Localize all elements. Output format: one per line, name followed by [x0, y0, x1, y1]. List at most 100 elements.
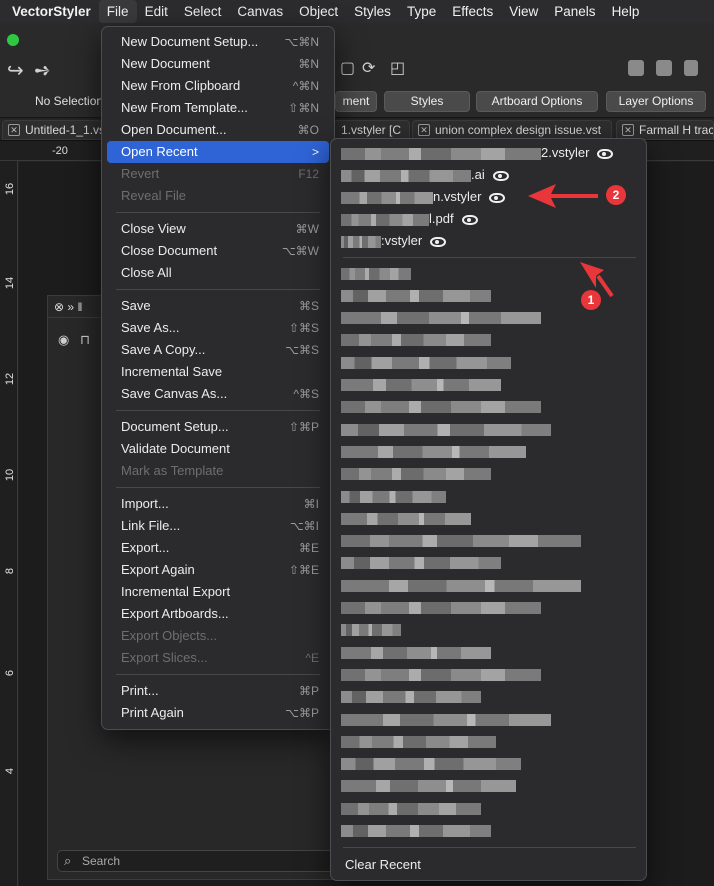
recent-item[interactable]: .ai	[341, 164, 509, 186]
menu-item-print[interactable]: Print... ⌘P	[107, 680, 329, 702]
window-zoom-button[interactable]	[7, 34, 19, 46]
menu-item-export[interactable]: Export... ⌘E	[107, 537, 329, 559]
close-panel-icon[interactable]: ⊗	[54, 300, 64, 314]
menu-item-import[interactable]: Import... ⌘I	[107, 493, 329, 515]
recent-item[interactable]: n.vstyler	[341, 186, 506, 208]
recent-item[interactable]	[341, 440, 526, 462]
obscured-filename	[341, 468, 491, 481]
styles-button[interactable]: Styles	[384, 91, 470, 112]
recent-item[interactable]	[341, 597, 541, 619]
reveal-eye-icon[interactable]	[489, 192, 506, 203]
redo-arrow-icon[interactable]: ↪	[7, 58, 24, 83]
recent-item[interactable]	[341, 730, 496, 752]
recent-item[interactable]	[341, 686, 481, 708]
menu-effects[interactable]: Effects	[444, 0, 501, 23]
recent-item[interactable]	[341, 396, 541, 418]
menu-item-shortcut: ⌘E	[298, 541, 319, 555]
recent-item[interactable]	[341, 418, 551, 440]
menu-select[interactable]: Select	[176, 0, 230, 23]
recent-item[interactable]	[341, 374, 501, 396]
recent-item[interactable]	[341, 619, 401, 641]
recent-item[interactable]: 2.vstyler	[341, 142, 614, 164]
menu-item-open-document[interactable]: Open Document... ⌘O	[107, 119, 329, 141]
recent-item[interactable]	[341, 574, 581, 596]
recent-item[interactable]	[341, 485, 446, 507]
menu-item-close-document[interactable]: Close Document ⌥⌘W	[107, 240, 329, 262]
reveal-eye-icon[interactable]	[492, 170, 509, 181]
menu-type[interactable]: Type	[399, 0, 444, 23]
menu-view[interactable]: View	[501, 0, 546, 23]
document-tab[interactable]: ✕ union complex design issue.vst	[412, 120, 612, 140]
recent-item[interactable]: :vstyler	[341, 230, 447, 252]
menu-item-save-canvas-as[interactable]: Save Canvas As... ^⌘S	[107, 383, 329, 405]
menu-item-save-as[interactable]: Save As... ⇧⌘S	[107, 317, 329, 339]
recent-item[interactable]	[341, 463, 491, 485]
menu-file[interactable]: File	[98, 0, 137, 23]
menu-item-new-from-clipboard[interactable]: New From Clipboard ^⌘N	[107, 75, 329, 97]
boolean-intersect-icon[interactable]	[684, 60, 698, 76]
recent-item[interactable]	[341, 708, 551, 730]
recent-item[interactable]	[341, 775, 516, 797]
recent-item[interactable]	[341, 307, 541, 329]
shape-tool-icon[interactable]: ▢	[340, 58, 355, 78]
recent-item[interactable]	[341, 552, 501, 574]
clear-recent-item[interactable]: Clear Recent	[345, 857, 421, 872]
menu-edit[interactable]: Edit	[137, 0, 176, 23]
menu-item-document-setup[interactable]: Document Setup... ⇧⌘P	[107, 416, 329, 438]
transform-icon[interactable]: ⟳	[362, 58, 375, 78]
layers-search-input[interactable]: ⌕ Search	[57, 850, 337, 872]
reveal-eye-icon[interactable]	[461, 214, 478, 225]
visibility-eye-icon[interactable]: ◉	[58, 332, 69, 348]
panel-grip-icon[interactable]: ‖	[77, 300, 82, 314]
document-tab[interactable]: ✕ Farmall H trac	[616, 120, 714, 140]
close-tab-icon[interactable]: ✕	[622, 124, 634, 136]
recent-item[interactable]	[341, 284, 491, 306]
menu-styles[interactable]: Styles	[346, 0, 399, 23]
page-icon[interactable]: ◰	[390, 58, 405, 78]
recent-item[interactable]	[341, 530, 581, 552]
close-tab-icon[interactable]: ✕	[418, 124, 430, 136]
close-tab-icon[interactable]: ✕	[8, 124, 20, 136]
menu-item-incremental-save[interactable]: Incremental Save	[107, 361, 329, 383]
menu-help[interactable]: Help	[604, 0, 648, 23]
reveal-eye-icon[interactable]	[430, 236, 447, 247]
layer-options-button[interactable]: Layer Options	[606, 91, 706, 112]
forward-arrow-icon[interactable]: ➺	[34, 58, 51, 83]
menu-panels[interactable]: Panels	[546, 0, 603, 23]
menu-item-new-from-template[interactable]: New From Template... ⇧⌘N	[107, 97, 329, 119]
menu-item-new-document-setup[interactable]: New Document Setup... ⌥⌘N	[107, 31, 329, 53]
menu-item-open-recent[interactable]: Open Recent >	[107, 141, 329, 163]
artboard-options-button[interactable]: Artboard Options	[476, 91, 598, 112]
menu-item-validate-document[interactable]: Validate Document	[107, 438, 329, 460]
menu-item-export-artboards[interactable]: Export Artboards...	[107, 603, 329, 625]
recent-item[interactable]	[341, 753, 521, 775]
recent-item[interactable]	[341, 797, 481, 819]
boolean-unite-icon[interactable]	[628, 60, 644, 76]
recent-item[interactable]: l.pdf	[341, 208, 478, 230]
document-tab[interactable]: ✕ Untitled-1_1.vs	[2, 120, 102, 140]
boolean-subtract-icon[interactable]	[656, 60, 672, 76]
recent-item[interactable]	[341, 820, 491, 842]
menu-item-new-document[interactable]: New Document ⌘N	[107, 53, 329, 75]
toolbar-button-partial[interactable]: ment	[335, 91, 377, 112]
lock-icon[interactable]: ⊓	[80, 332, 90, 348]
menu-item-export-again[interactable]: Export Again ⇧⌘E	[107, 559, 329, 581]
recent-item[interactable]	[341, 262, 411, 284]
menu-item-close-all[interactable]: Close All	[107, 262, 329, 284]
menu-item-save-a-copy[interactable]: Save A Copy... ⌥⌘S	[107, 339, 329, 361]
menu-object[interactable]: Object	[291, 0, 346, 23]
reveal-eye-icon[interactable]	[597, 148, 614, 159]
recent-item[interactable]	[341, 663, 541, 685]
menu-item-save[interactable]: Save ⌘S	[107, 295, 329, 317]
menu-item-print-again[interactable]: Print Again ⌥⌘P	[107, 702, 329, 724]
recent-item[interactable]	[341, 329, 491, 351]
recent-item[interactable]	[341, 507, 471, 529]
menu-item-incremental-export[interactable]: Incremental Export	[107, 581, 329, 603]
recent-item[interactable]	[341, 641, 491, 663]
app-menu[interactable]: VectorStyler	[0, 0, 99, 23]
recent-item[interactable]	[341, 351, 511, 373]
menu-item-close-view[interactable]: Close View ⌘W	[107, 218, 329, 240]
menu-item-link-file[interactable]: Link File... ⌥⌘I	[107, 515, 329, 537]
expand-panel-icon[interactable]: »	[67, 300, 74, 314]
menu-canvas[interactable]: Canvas	[229, 0, 291, 23]
